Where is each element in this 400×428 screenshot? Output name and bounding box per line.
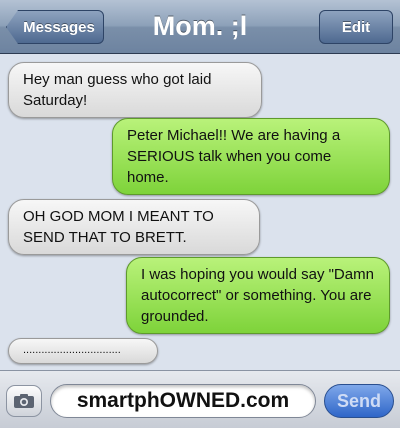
send-button[interactable]: Send (324, 384, 394, 418)
nav-bar: Messages Mom. ;l Edit (0, 0, 400, 54)
message-list: Hey man guess who got laid Saturday! Pet… (0, 55, 400, 368)
message-bubble-sent: Peter Michael!! We are having a SERIOUS … (112, 118, 390, 195)
edit-button[interactable]: Edit (319, 10, 393, 44)
back-button[interactable]: Messages (6, 10, 104, 44)
message-bubble-received: Hey man guess who got laid Saturday! (8, 62, 262, 118)
camera-icon (14, 394, 34, 408)
message-bubble-received: OH GOD MOM I MEANT TO SEND THAT TO BRETT… (8, 199, 260, 255)
message-bubble-received: ................................ (8, 338, 158, 364)
message-input[interactable]: smartphOWNED.com (50, 384, 316, 418)
compose-bar: smartphOWNED.com Send (0, 370, 400, 428)
conversation-title: Mom. ;l (152, 11, 248, 41)
camera-button[interactable] (6, 385, 42, 417)
message-bubble-sent: I was hoping you would say "Damn autocor… (126, 257, 390, 334)
